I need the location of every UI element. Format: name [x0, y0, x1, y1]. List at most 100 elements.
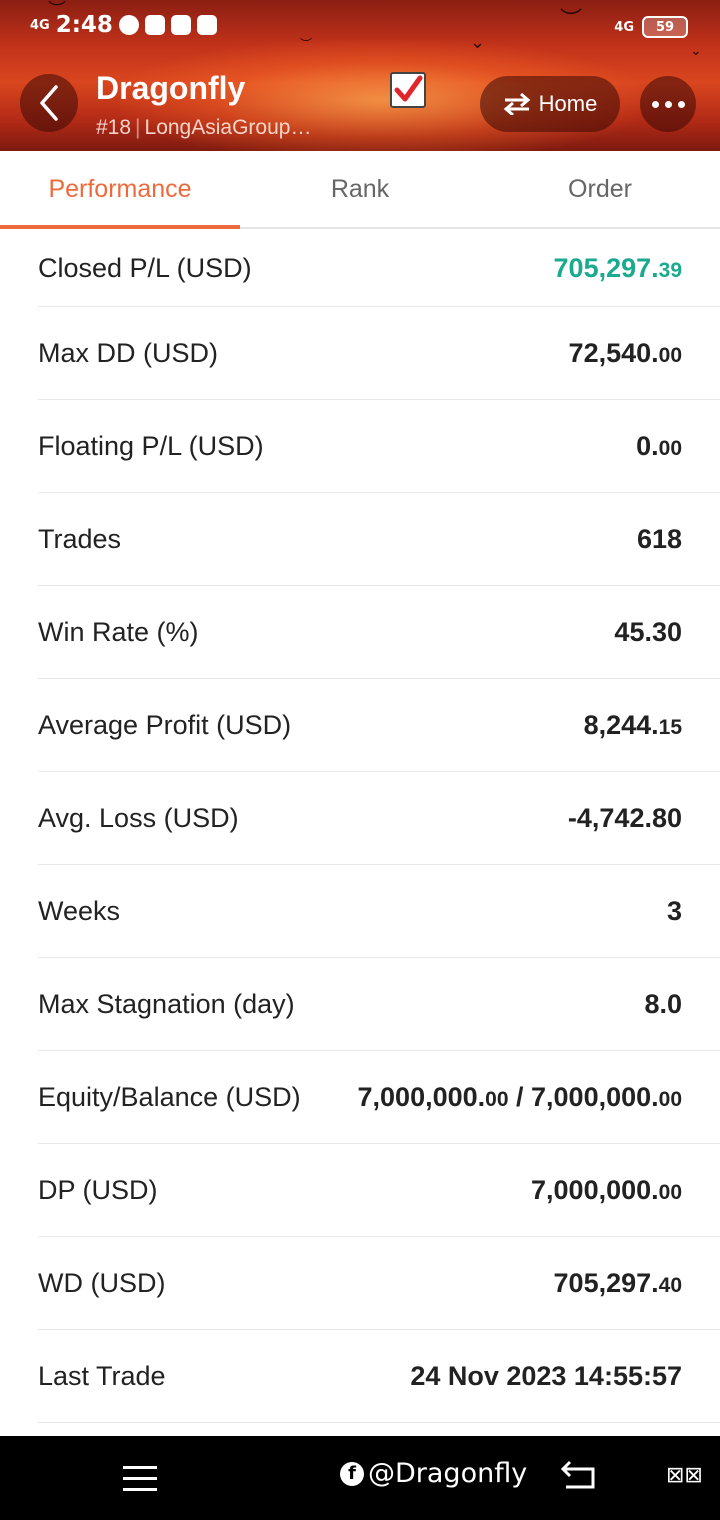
- stat-row: Last Trade 24 Nov 2023 14:55:57: [38, 1330, 720, 1423]
- message-notification-icon: [196, 15, 217, 35]
- page-title: Dragonfly: [96, 70, 246, 106]
- stat-value: 0.00: [636, 431, 682, 462]
- broker-name: LongAsiaGroup…: [144, 116, 312, 139]
- home-button-label: Home: [538, 91, 598, 116]
- stat-value-main: 45.30: [614, 616, 682, 647]
- stat-value: 3: [667, 896, 682, 927]
- stat-label: Max Stagnation (day): [38, 988, 295, 1019]
- stat-value: 705,297.39: [554, 253, 682, 284]
- tab-order[interactable]: Order: [480, 151, 720, 227]
- stat-value-main: 618: [636, 523, 682, 554]
- tab-bar: Performance Rank Order: [0, 151, 720, 229]
- stat-row: Equity/Balance (USD) 7,000,000.00 / 7,000…: [38, 1051, 720, 1144]
- check-mark-icon: [394, 75, 423, 102]
- stat-value: 8.0: [644, 989, 682, 1020]
- stat-value-decimal: 00: [485, 1087, 509, 1111]
- stat-value-secondary: 7,000,000.: [531, 1081, 659, 1112]
- navigation-bar: f @Dragonfly ⊠⊠: [0, 1436, 720, 1520]
- tab-performance[interactable]: Performance: [0, 151, 240, 229]
- status-left: 4G 2:48: [30, 12, 217, 38]
- stat-value: 618: [637, 524, 682, 555]
- stat-row: DP (USD) 7,000,000.00: [38, 1144, 720, 1237]
- stat-value: 45.30: [614, 617, 682, 648]
- separator: |: [135, 116, 141, 139]
- swap-icon: [503, 93, 530, 115]
- stat-label: Win Rate (%): [38, 616, 199, 647]
- stat-value-main: 8.0: [644, 988, 682, 1019]
- stat-value-decimal: 00: [658, 436, 682, 460]
- stat-row: Avg. Loss (USD) -4,742.80: [38, 772, 720, 865]
- stat-value-main: 705,297.: [553, 1267, 659, 1298]
- battery-icon: 59: [642, 16, 688, 38]
- menu-icon[interactable]: [123, 1466, 157, 1499]
- stat-value-separator: /: [508, 1081, 532, 1112]
- stat-row: Max DD (USD) 72,540.00: [38, 307, 720, 400]
- stat-value-main: 24 Nov 2023 14:55:57: [410, 1360, 682, 1391]
- more-dot-icon: [651, 100, 659, 108]
- home-button[interactable]: Home: [480, 76, 620, 132]
- status-time: 2:48: [55, 12, 113, 38]
- stat-value: 24 Nov 2023 14:55:57: [410, 1361, 682, 1392]
- stat-row: Average Profit (USD) 8,244.15: [38, 679, 720, 772]
- stat-value: 7,000,000.00: [531, 1175, 682, 1206]
- stat-row: Trades 618: [38, 493, 720, 586]
- stat-row: Closed P/L (USD) 705,297.39: [38, 230, 720, 307]
- network-icon: 4G: [614, 19, 634, 35]
- stat-value-main: 7,000,000.: [357, 1081, 486, 1112]
- stat-label: Floating P/L (USD): [38, 430, 264, 461]
- stat-row: Max Stagnation (day) 8.0: [38, 958, 720, 1051]
- stat-label: WD (USD): [38, 1267, 166, 1298]
- more-options-button[interactable]: [640, 76, 696, 132]
- stat-value-main: 8,244.: [583, 709, 659, 740]
- stat-value-main: 7,000,000.: [531, 1174, 659, 1205]
- more-dot-icon: [677, 100, 685, 108]
- tab-rank[interactable]: Rank: [240, 151, 480, 227]
- stat-value-main: 72,540.: [568, 337, 659, 368]
- stat-label: Closed P/L (USD): [38, 252, 252, 283]
- status-right: 4G 59: [614, 16, 688, 38]
- chevron-left-icon: [40, 85, 58, 121]
- stat-label: Avg. Loss (USD): [38, 802, 239, 833]
- stat-row: WD (USD) 705,297.40: [38, 1237, 720, 1330]
- app-header: ︶ ︶ ⌄ ︶ ⌄ 4G 2:48 4G 59 Dragonfly #18 | Lo…: [0, 0, 720, 151]
- watermark-text: @Dragonfly: [368, 1458, 528, 1489]
- facebook-notification-icon: [144, 15, 165, 35]
- stat-label: Weeks: [38, 895, 121, 926]
- chat-notification-icon: [118, 15, 139, 35]
- stat-label: Average Profit (USD): [38, 709, 292, 740]
- page-subtitle: #18 | LongAsiaGroup…: [96, 116, 311, 140]
- stat-value-main: 0.: [636, 430, 659, 461]
- mail-notification-icon: [170, 15, 191, 35]
- stat-value-main: 3: [666, 895, 682, 926]
- stat-label: Equity/Balance (USD): [38, 1081, 301, 1112]
- facebook-icon: f: [340, 1461, 364, 1486]
- stat-value-decimal: 40: [658, 1273, 682, 1297]
- stat-value: 72,540.00: [569, 338, 682, 369]
- stat-value-secondary-decimal: 00: [658, 1087, 682, 1111]
- stats-list: Closed P/L (USD) 705,297.39 Max DD (USD) 72…: [0, 230, 720, 1423]
- stat-value: 7,000,000.00 / 7,000,000.00: [358, 1082, 682, 1113]
- nav-back-button[interactable]: [560, 1460, 598, 1495]
- stat-value: 705,297.40: [554, 1268, 682, 1299]
- signal-icon: 4G: [30, 17, 50, 33]
- rank-number: #18: [96, 116, 132, 139]
- stat-row: Weeks 3: [38, 865, 720, 958]
- stat-value-decimal: 00: [658, 1180, 682, 1204]
- stat-value-decimal: 15: [658, 715, 682, 739]
- stat-label: Trades: [38, 523, 122, 554]
- stat-value-decimal: 00: [658, 343, 682, 367]
- status-bar: 4G 2:48 4G 59: [0, 0, 720, 56]
- stat-label: Last Trade: [38, 1360, 166, 1391]
- back-button[interactable]: [20, 74, 78, 132]
- return-icon: [560, 1460, 595, 1489]
- nav-extra-icon: ⊠⊠: [666, 1462, 703, 1487]
- stat-value: -4,742.80: [568, 803, 682, 834]
- stat-row: Win Rate (%) 45.30: [38, 586, 720, 679]
- stat-value-main: 705,297.: [553, 252, 659, 283]
- more-dot-icon: [664, 100, 672, 108]
- watermark: f @Dragonfly: [340, 1458, 527, 1489]
- stat-label: DP (USD): [38, 1174, 158, 1205]
- check-icon: [390, 72, 426, 108]
- stat-label: Max DD (USD): [38, 337, 218, 368]
- stat-value-decimal: 39: [658, 258, 682, 282]
